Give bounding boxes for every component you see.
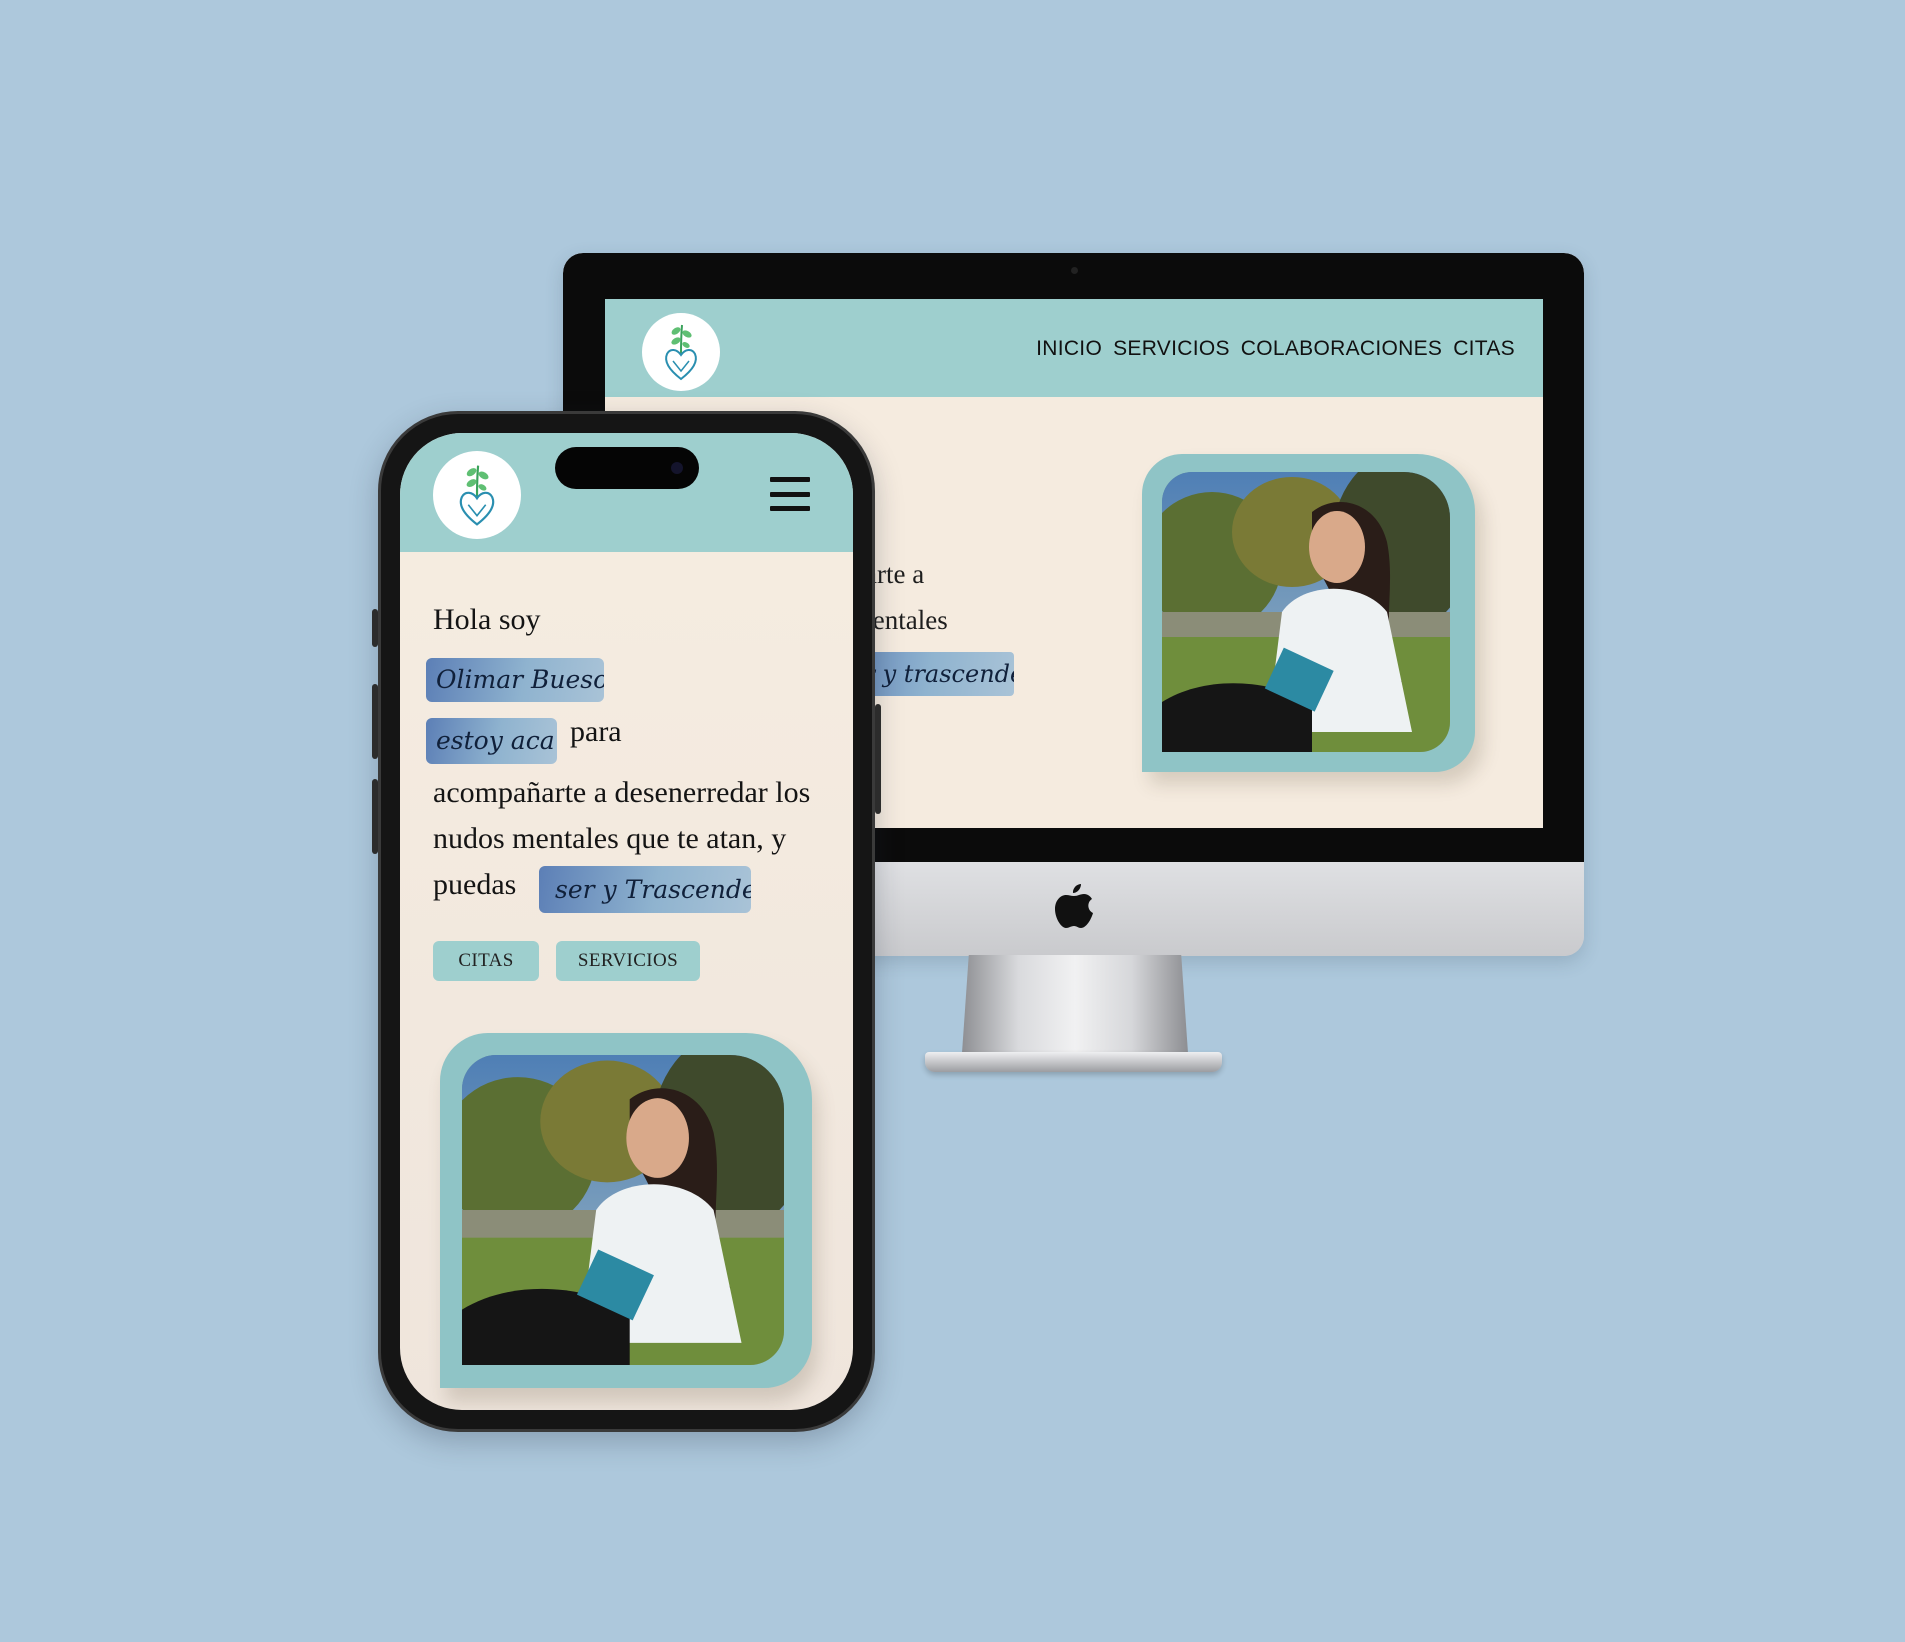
- front-camera: [671, 462, 683, 474]
- desktop-nav: INICIO SERVICIOS COLABORACIONES CITAS: [1036, 337, 1515, 361]
- nav-item-citas[interactable]: CITAS: [1453, 337, 1515, 361]
- mobile-photo-frame: [440, 1033, 812, 1388]
- nav-item-inicio[interactable]: INICIO: [1036, 337, 1102, 361]
- citas-button[interactable]: CITAS: [433, 941, 539, 981]
- desktop-photo-frame: [1142, 454, 1475, 772]
- nav-item-servicios[interactable]: SERVICIOS: [1113, 337, 1230, 361]
- monitor-stand-base: [925, 1052, 1222, 1072]
- heart-sprout-icon[interactable]: [642, 313, 720, 391]
- phone-power-button: [875, 704, 881, 814]
- nav-item-colaboraciones[interactable]: COLABORACIONES: [1241, 337, 1442, 361]
- phone-volume-up: [372, 684, 378, 759]
- para-text: para: [570, 715, 622, 748]
- mobile-phone: Hola soy Olimar Bueso estoy aca para aco…: [372, 411, 881, 1432]
- heart-sprout-icon[interactable]: [433, 451, 521, 539]
- transcend-pill: ser y Trascender: [539, 866, 751, 913]
- camera-dot: [1071, 267, 1078, 274]
- desktop-header: INICIO SERVICIOS COLABORACIONES CITAS: [605, 299, 1543, 397]
- here-pill: estoy aca: [426, 718, 557, 764]
- greeting-text: Hola soy: [433, 603, 541, 636]
- mobile-screen: Hola soy Olimar Bueso estoy aca para aco…: [400, 433, 853, 1410]
- name-pill: Olimar Bueso: [426, 658, 604, 702]
- phone-volume-down: [372, 779, 378, 854]
- servicios-button[interactable]: SERVICIOS: [556, 941, 700, 981]
- monitor-stand-neck: [962, 955, 1188, 1053]
- hero-line2: nudos mentales que te atan, y: [433, 822, 787, 855]
- hero-line1: acompañarte a desenerredar los: [433, 776, 811, 809]
- hamburger-menu-icon[interactable]: [770, 477, 810, 511]
- phone-mute-switch: [372, 609, 378, 647]
- mobile-header: [400, 433, 853, 552]
- apple-logo-icon: [1055, 884, 1093, 928]
- portrait-photo: [1162, 472, 1450, 752]
- puedas-text: puedas: [433, 868, 517, 901]
- dynamic-island: [555, 447, 699, 489]
- portrait-photo: [462, 1055, 784, 1365]
